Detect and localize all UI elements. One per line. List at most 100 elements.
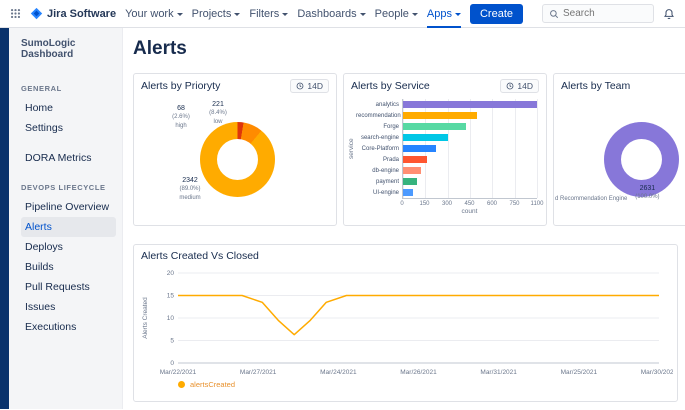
sidebar-item-pull-requests[interactable]: Pull Requests (21, 277, 116, 297)
donut-ring[interactable] (200, 122, 275, 197)
time-range-badge[interactable]: 14D (290, 79, 329, 93)
sidebar-item-executions[interactable]: Executions (21, 317, 116, 337)
search-icon (549, 9, 559, 19)
sidebar-title: SumoLogic Dashboard (21, 38, 116, 60)
y-tick-label: 0 (170, 360, 174, 367)
bar-analytics[interactable] (403, 101, 537, 108)
sidebar-item-settings[interactable]: Settings (21, 118, 116, 138)
sidebar: SumoLogic Dashboard GENERAL Home Setting… (9, 28, 123, 409)
nav-item-filters[interactable]: Filters (249, 0, 288, 28)
service-bar-chart: service analyticsrecommendationForgesear… (344, 96, 546, 215)
sidebar-heading-devops: DEVOPS LIFECYCLE (21, 183, 116, 192)
x-tick-label: 150 (419, 201, 429, 207)
bar-plot (402, 99, 537, 199)
app-switcher-icon[interactable] (10, 8, 21, 19)
x-tick-label: 750 (509, 201, 519, 207)
nav-item-dashboards[interactable]: Dashboards (297, 0, 365, 28)
category-label: search-engine (356, 135, 399, 141)
bell-icon[interactable] (663, 8, 675, 20)
card-alerts-by-service: Alerts by Service 14D service analyticsr… (343, 73, 547, 226)
chevron-down-icon (455, 13, 461, 16)
sidebar-item-home[interactable]: Home (21, 98, 116, 118)
bar-Prada[interactable] (403, 156, 427, 163)
x-tick-label: 1100 (531, 201, 544, 207)
card-alerts-created-vs-closed: Alerts Created Vs Closed 0 5 10 15 20 Mar/22/… (133, 244, 678, 402)
card-alerts-by-priority: Alerts by Prioryty 14D 68 (2.6%) high (133, 73, 337, 226)
team-donut-chart: d Recommendation Engine 2631 (100.0%) (554, 96, 685, 222)
legend-label: alertsCreated (190, 380, 235, 389)
x-tick-label: Mar/25/2021 (561, 369, 598, 376)
chevron-down-icon (234, 13, 240, 16)
jira-logo-icon (30, 7, 43, 20)
sidebar-item-builds[interactable]: Builds (21, 257, 116, 277)
x-tick-label: 300 (442, 201, 452, 207)
legend-dot (178, 381, 185, 388)
category-label: Core-Platform (356, 146, 399, 152)
x-tick-label: Mar/22/2021 (160, 369, 197, 376)
y-tick-label: 5 (170, 338, 174, 345)
chevron-down-icon (412, 13, 418, 16)
time-range-badge[interactable]: 14D (500, 79, 539, 93)
annotation-low: 221 (8.4%) low (204, 100, 232, 126)
y-tick-label: 20 (167, 270, 175, 277)
create-button[interactable]: Create (470, 4, 523, 24)
nav-item-apps[interactable]: Apps (427, 0, 461, 28)
page-title: Alerts (133, 38, 685, 60)
bar-UI-engine[interactable] (403, 189, 413, 196)
bar-db-engine[interactable] (403, 167, 421, 174)
x-tick-label: Mar/26/2021 (400, 369, 437, 376)
clock-icon (506, 82, 514, 90)
chart-legend[interactable]: alertsCreated (134, 377, 677, 389)
annotation-team: d Recommendation Engine 2631 (100.0%) (555, 184, 664, 202)
card-alerts-by-team: Alerts by Team 14D d Recommendation Engi… (553, 73, 685, 226)
annotation-high: 68 (2.6%) high (168, 104, 194, 130)
x-tick-label: Mar/27/2021 (240, 369, 277, 376)
alerts-line-chart: 0 5 10 15 20 Mar/22/2021 Mar/27/2021 Mar/24/202… (138, 265, 673, 377)
card-title: Alerts by Team (561, 80, 630, 92)
card-title: Alerts by Prioryty (141, 80, 220, 92)
bar-payment[interactable] (403, 178, 417, 185)
sidebar-item-alerts[interactable]: Alerts (21, 217, 116, 237)
card-title: Alerts Created Vs Closed (141, 250, 259, 262)
x-tick-label: 450 (464, 201, 474, 207)
nav-item-your-work[interactable]: Your work (125, 0, 183, 28)
priority-donut-chart: 68 (2.6%) high 221 (8.4%) low 2342 (89.0… (134, 96, 336, 222)
bar-Core-Platform[interactable] (403, 145, 436, 152)
y-tick-label: 15 (167, 293, 175, 300)
x-tick-label: Mar/24/2021 (320, 369, 357, 376)
search-input[interactable] (563, 8, 645, 19)
y-axis-label: Alerts Created (142, 297, 149, 339)
nav-item-projects[interactable]: Projects (192, 0, 241, 28)
bar-Forge[interactable] (403, 123, 466, 130)
card-title: Alerts by Service (351, 80, 430, 92)
chevron-down-icon (177, 13, 183, 16)
nav-item-people[interactable]: People (375, 0, 418, 28)
category-label: analytics (356, 102, 399, 108)
x-axis-ticks: 01503004506007501100 (402, 199, 537, 208)
jira-brand[interactable]: Jira Software (30, 7, 116, 20)
sidebar-item-issues[interactable]: Issues (21, 297, 116, 317)
annotation-medium: 2342 (89.0%) medium (170, 176, 210, 202)
main-content: Alerts Alerts by Prioryty 14D 68 (123, 28, 685, 409)
brand-label: Jira Software (47, 8, 116, 20)
category-label: payment (356, 179, 399, 185)
top-navigation: Jira Software Your work Projects Filters… (0, 0, 685, 28)
gridline (537, 99, 538, 198)
sidebar-item-deploys[interactable]: Deploys (21, 237, 116, 257)
sidebar-item-dora-metrics[interactable]: DORA Metrics (21, 148, 116, 168)
clock-icon (296, 82, 304, 90)
x-tick-label: Mar/30/2021 (641, 369, 673, 376)
category-label: UI-engine (356, 190, 399, 196)
category-label: db-engine (356, 168, 399, 174)
y-tick-label: 10 (167, 315, 175, 322)
x-tick-label: 0 (400, 201, 403, 207)
chevron-down-icon (360, 13, 366, 16)
category-label: Prada (356, 157, 399, 163)
bar-recommendation[interactable] (403, 112, 477, 119)
sidebar-item-pipeline-overview[interactable]: Pipeline Overview (21, 197, 116, 217)
bar-search-engine[interactable] (403, 134, 448, 141)
series-alertsCreated[interactable] (178, 296, 659, 335)
category-label: recommendation (356, 113, 399, 119)
chevron-down-icon (282, 13, 288, 16)
search-box[interactable] (542, 4, 654, 23)
